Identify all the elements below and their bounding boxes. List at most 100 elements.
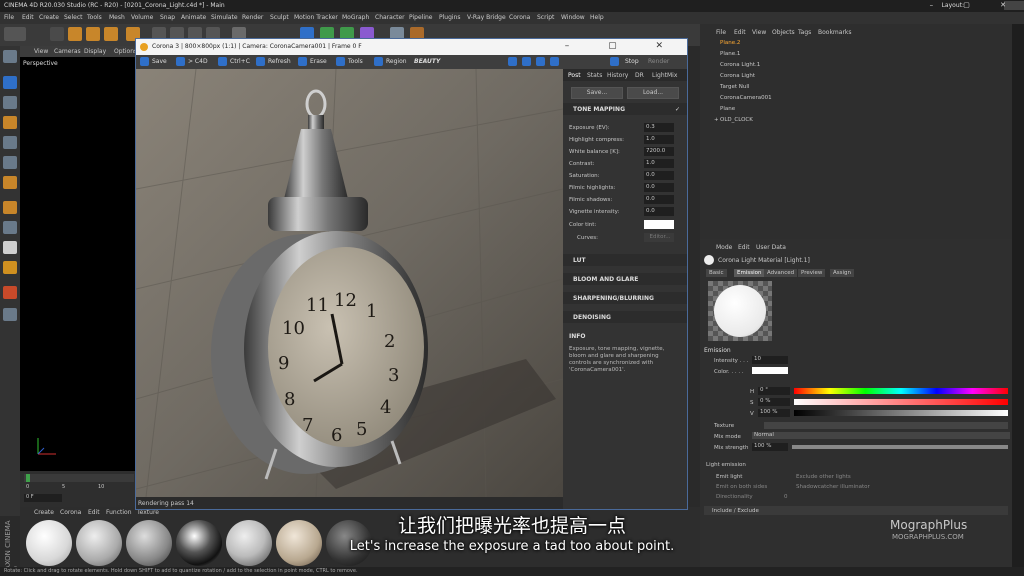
mixstrength-field[interactable]: 100 %	[752, 443, 788, 451]
h-field[interactable]: 0 °	[758, 387, 790, 395]
menu-mograph[interactable]: MoGraph	[342, 14, 369, 21]
undo-icon[interactable]	[4, 27, 26, 41]
select-arrow-icon[interactable]	[50, 27, 64, 41]
menu-volume[interactable]: Volume	[131, 14, 153, 21]
tab-lightmix[interactable]: LightMix	[652, 72, 677, 79]
menu-snap[interactable]: Snap	[160, 14, 175, 21]
tools-icon[interactable]	[336, 57, 345, 66]
tone-mapping-header[interactable]: TONE MAPPING ✓	[563, 103, 687, 115]
menu-character[interactable]: Character	[375, 14, 405, 21]
zoom-fit-icon[interactable]	[550, 57, 559, 66]
timeline-track[interactable]	[24, 474, 134, 482]
menu-animate[interactable]: Animate	[181, 14, 206, 21]
object-row[interactable]: Target Null	[708, 84, 1008, 94]
vp-menu-cameras[interactable]: Cameras	[54, 48, 81, 55]
mixstrength-slider[interactable]	[792, 445, 1008, 449]
filmic-highlights-field[interactable]: 0.0	[644, 183, 674, 192]
menu-plugins[interactable]: Plugins	[439, 14, 461, 21]
enable-axis-icon[interactable]	[3, 201, 17, 214]
perspective-viewport[interactable]: Perspective	[20, 46, 138, 471]
tone-mapping-checkbox[interactable]: ✓	[675, 106, 680, 113]
channel-dropdown-icon[interactable]	[508, 57, 517, 66]
vfb-erase-button[interactable]: Erase	[310, 58, 327, 65]
color-swatch[interactable]	[752, 367, 788, 374]
denoising-header[interactable]: DENOISING	[563, 311, 687, 323]
playhead[interactable]	[26, 474, 30, 482]
om-menu-file[interactable]: File	[716, 29, 726, 36]
saturation-slider[interactable]	[794, 399, 1008, 405]
timeline[interactable]: 0 5 10 0 F	[20, 471, 138, 507]
polygons-mode-icon[interactable]	[3, 176, 17, 189]
vfb-refresh-button[interactable]: Refresh	[268, 58, 291, 65]
value-slider[interactable]	[794, 410, 1008, 416]
attr-tab-emission[interactable]: Emission	[734, 269, 765, 277]
points-mode-icon[interactable]	[3, 136, 17, 149]
current-frame-field[interactable]: 0 F	[24, 494, 62, 502]
vfb-ctrlc-button[interactable]: Ctrl+C	[230, 58, 250, 65]
vp-menu-view[interactable]: View	[34, 48, 48, 55]
tab-history[interactable]: History	[607, 72, 628, 79]
menu-simulate[interactable]: Simulate	[211, 14, 238, 21]
om-menu-bookmarks[interactable]: Bookmarks	[818, 29, 852, 36]
menu-render[interactable]: Render	[242, 14, 263, 21]
texture-slot[interactable]	[764, 422, 1008, 429]
attr-menu-edit[interactable]: Edit	[738, 244, 750, 251]
exclude-lights-checkbox[interactable]: Exclude other lights	[796, 474, 851, 480]
directionality-value[interactable]: 0	[784, 494, 788, 500]
menu-select[interactable]: Select	[64, 14, 83, 21]
white-balance-field[interactable]: 7200.0	[644, 147, 674, 156]
expand-icon[interactable]: +	[714, 117, 719, 123]
om-menu-view[interactable]: View	[752, 29, 766, 36]
menu-script[interactable]: Script	[537, 14, 554, 21]
tab-dr[interactable]: DR	[635, 72, 644, 79]
emit-light-checkbox[interactable]: Emit light	[716, 474, 742, 480]
menu-pipeline[interactable]: Pipeline	[409, 14, 432, 21]
intensity-field[interactable]: 10	[752, 356, 788, 364]
vfb-render-button[interactable]: Render	[648, 58, 669, 65]
copy-icon[interactable]	[218, 57, 227, 66]
model-mode-icon[interactable]	[3, 76, 17, 89]
magnet-icon[interactable]	[3, 261, 17, 274]
contrast-field[interactable]: 1.0	[644, 159, 674, 168]
vfb-c4d-button[interactable]: > C4D	[188, 58, 208, 65]
attr-tab-preview[interactable]: Preview	[798, 269, 826, 277]
exposure-field[interactable]: 0.3	[644, 123, 674, 132]
save-preset-button[interactable]: Save...	[571, 87, 623, 99]
refresh-icon[interactable]	[256, 57, 265, 66]
vp-menu-options[interactable]: Options	[114, 48, 137, 55]
vignette-field[interactable]: 0.0	[644, 207, 674, 216]
workplane-icon[interactable]	[3, 116, 17, 129]
object-row[interactable]: + OLD_CLOCK	[708, 117, 1008, 127]
om-menu-edit[interactable]: Edit	[734, 29, 746, 36]
saturation-field[interactable]: 0.0	[644, 171, 674, 180]
save-icon[interactable]	[140, 57, 149, 66]
vp-menu-display[interactable]: Display	[84, 48, 106, 55]
object-row[interactable]: Plane.1	[708, 51, 1008, 61]
mixmode-dropdown[interactable]: Normal	[752, 432, 1010, 439]
vfb-window-controls[interactable]: – ▢ ✕	[565, 41, 681, 51]
menu-edit[interactable]: Edit	[22, 14, 34, 21]
tweak-icon[interactable]	[3, 221, 17, 234]
emit-both-sides-checkbox[interactable]: Emit on both sides	[716, 484, 767, 490]
attr-menu-mode[interactable]: Mode	[716, 244, 732, 251]
sharpening-header[interactable]: SHARPENING/BLURRING	[563, 292, 687, 304]
grid-lock-icon[interactable]	[3, 308, 17, 321]
vfb-tools-button[interactable]: Tools	[348, 58, 363, 65]
om-menu-tags[interactable]: Tags	[798, 29, 811, 36]
v-field[interactable]: 100 %	[758, 409, 790, 417]
object-row[interactable]: Corona Light.1	[708, 62, 1008, 72]
make-editable-icon[interactable]	[3, 50, 17, 63]
scale-icon[interactable]	[86, 27, 100, 41]
hue-slider[interactable]	[794, 388, 1008, 394]
color-tint-swatch[interactable]	[644, 220, 674, 229]
menu-vray-bridge[interactable]: V-Ray Bridge	[467, 14, 506, 21]
s-field[interactable]: 0 %	[758, 398, 790, 406]
menu-mesh[interactable]: Mesh	[109, 14, 125, 21]
object-row[interactable]: Plane.2	[708, 40, 1008, 50]
attr-menu-user-data[interactable]: User Data	[756, 244, 786, 251]
rotate-icon[interactable]	[104, 27, 118, 41]
bloom-glare-header[interactable]: BLOOM AND GLARE	[563, 273, 687, 285]
edges-mode-icon[interactable]	[3, 156, 17, 169]
erase-icon[interactable]	[298, 57, 307, 66]
zoom-out-icon[interactable]	[536, 57, 545, 66]
